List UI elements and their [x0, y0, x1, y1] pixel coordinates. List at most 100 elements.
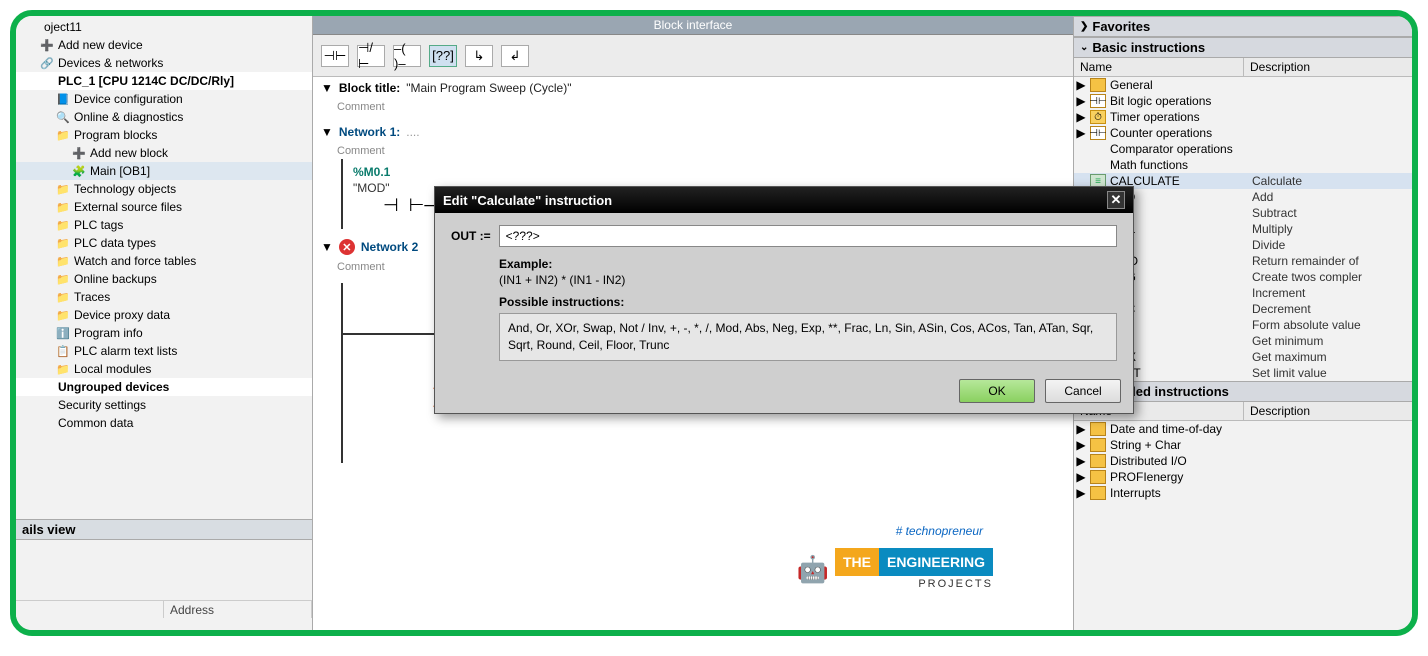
instruction-item[interactable]: ▶ PROFIenergy [1074, 469, 1412, 485]
ok-button[interactable]: OK [959, 379, 1035, 403]
tree-item-label: Device configuration [74, 92, 183, 106]
tool-branch-close[interactable]: ↲ [501, 45, 529, 67]
tree-item-icon: ➕ [40, 38, 54, 52]
extended-instructions-list[interactable]: ▶ Date and time-of-day▶String + Char▶Dist… [1074, 421, 1412, 501]
tree-item[interactable]: Security settings [16, 396, 312, 414]
tree-item[interactable]: 📁External source files [16, 198, 312, 216]
instruction-item[interactable]: Math functions [1074, 157, 1412, 173]
details-col-address: Address [164, 601, 312, 618]
watermark-the: THE [835, 548, 879, 576]
chevron-right-icon[interactable]: ❯ [1080, 21, 1088, 32]
project-tree-panel: oject11 ➕ Add new device 🔗Devices & network… [16, 16, 313, 630]
out-expression-input[interactable] [499, 225, 1117, 247]
instruction-item[interactable]: ▶ Date and time-of-day [1074, 421, 1412, 437]
instruction-name: Interrupts [1110, 486, 1248, 500]
collapse-block-icon[interactable]: ▼ [321, 81, 333, 95]
block-interface-header[interactable]: Block interface [313, 16, 1073, 35]
tree-item-label: oject11 [44, 20, 82, 34]
tree-item[interactable]: ➕ Add new device [16, 36, 312, 54]
network-1-comment[interactable]: Comment [313, 143, 1073, 159]
app-frame: oject11 ➕ Add new device 🔗Devices & network… [10, 10, 1418, 636]
tool-branch[interactable]: ↳ [465, 45, 493, 67]
col-name[interactable]: Name [1074, 58, 1244, 76]
tree-item[interactable]: 📁PLC tags [16, 216, 312, 234]
expand-icon[interactable]: ▶ [1076, 470, 1086, 484]
tree-item[interactable]: 📁Online backups [16, 270, 312, 288]
tree-item[interactable]: Common data [16, 414, 312, 432]
instruction-item[interactable]: Comparator operations [1074, 141, 1412, 157]
tree-item[interactable]: 📁 Technology objects [16, 180, 312, 198]
watermark-projects: PROJECTS [835, 578, 993, 590]
instruction-name: Timer operations [1110, 110, 1248, 124]
expand-icon[interactable]: ▶ [1076, 126, 1086, 140]
tree-item[interactable]: 🔗Devices & networks [16, 54, 312, 72]
tree-item[interactable]: 🧩Main [OB1] [16, 162, 312, 180]
basic-columns: Name Description [1074, 58, 1412, 77]
tool-nc-contact[interactable]: ⊣/⊢ [357, 45, 385, 67]
tool-box[interactable]: [??] [429, 45, 457, 67]
instruction-name: Comparator operations [1110, 142, 1248, 156]
block-title-label: Block title: [339, 81, 400, 95]
instruction-desc: Divide [1252, 238, 1410, 252]
tree-item[interactable]: oject11 [16, 18, 312, 36]
tree-item[interactable]: 📁Traces [16, 288, 312, 306]
tree-item-icon [40, 416, 54, 430]
tool-coil[interactable]: –( )– [393, 45, 421, 67]
tree-item[interactable]: 📘Device configuration [16, 90, 312, 108]
instruction-name: Date and time-of-day [1110, 422, 1248, 436]
dialog-title: Edit "Calculate" instruction [443, 193, 612, 208]
basic-instructions-header[interactable]: ⌄ Basic instructions [1074, 37, 1412, 58]
collapse-network-2-icon[interactable]: ▼ [321, 240, 333, 254]
tree-item-label: Traces [74, 290, 110, 304]
expand-icon[interactable]: ▶ [1076, 486, 1086, 500]
tree-item[interactable]: 📁Watch and force tables [16, 252, 312, 270]
close-icon[interactable]: ✕ [1107, 191, 1125, 209]
tree-item[interactable]: Ungrouped devices [16, 378, 312, 396]
tree-item-icon: 📁 [56, 236, 70, 250]
tree-item[interactable]: PLC_1 [CPU 1214C DC/DC/Rly] [16, 72, 312, 90]
contact-address[interactable]: %M0.1 [353, 165, 390, 179]
chevron-down-icon[interactable]: ⌄ [1080, 42, 1088, 53]
collapse-network-1-icon[interactable]: ▼ [321, 125, 333, 139]
expand-icon[interactable]: ▶ [1076, 78, 1086, 92]
instruction-item[interactable]: ▶⏱Timer operations [1074, 109, 1412, 125]
instruction-item[interactable]: ▶⊣⊢Bit logic operations [1074, 93, 1412, 109]
expand-icon[interactable]: ▶ [1076, 454, 1086, 468]
expand-icon[interactable]: ▶ [1076, 422, 1086, 436]
instruction-name: PROFIenergy [1110, 470, 1248, 484]
instruction-item[interactable]: ▶General [1074, 77, 1412, 93]
block-comment[interactable]: Comment [313, 99, 1073, 115]
contact-tag[interactable]: "MOD" [353, 181, 390, 195]
network-1-header[interactable]: ▼ Network 1: .... [313, 121, 1073, 143]
project-tree[interactable]: oject11 ➕ Add new device 🔗Devices & network… [16, 16, 312, 519]
favorites-header[interactable]: ❯ Favorites [1074, 16, 1412, 37]
tree-item[interactable]: 📋PLC alarm text lists [16, 342, 312, 360]
cancel-button[interactable]: Cancel [1045, 379, 1121, 403]
instruction-desc: Return remainder of [1252, 254, 1410, 268]
tree-item[interactable]: 📁Program blocks [16, 126, 312, 144]
tree-item[interactable]: 📁Device proxy data [16, 306, 312, 324]
tree-item-label: Technology objects [74, 182, 176, 196]
tool-no-contact[interactable]: ⊣⊢ [321, 45, 349, 67]
tree-item-label: Devices & networks [58, 56, 163, 70]
tree-item-icon [40, 398, 54, 412]
instruction-item[interactable]: ▶String + Char [1074, 437, 1412, 453]
tree-item[interactable]: 📁PLC data types [16, 234, 312, 252]
tree-item-label: Program blocks [74, 128, 157, 142]
tree-item[interactable]: ℹ️Program info [16, 324, 312, 342]
instruction-desc: Decrement [1252, 302, 1410, 316]
col-desc[interactable]: Description [1244, 58, 1412, 76]
tree-item-label: Add new device [58, 38, 143, 52]
expand-icon[interactable]: ▶ [1076, 94, 1086, 108]
expand-icon[interactable]: ▶ [1076, 110, 1086, 124]
col-desc-ext[interactable]: Description [1244, 402, 1412, 420]
expand-icon[interactable]: ▶ [1076, 438, 1086, 452]
tree-item-icon: 📁 [56, 182, 70, 196]
instruction-item[interactable]: ▶ Interrupts [1074, 485, 1412, 501]
tree-item[interactable]: 📁Local modules [16, 360, 312, 378]
instruction-item[interactable]: ▶⊣⊢Counter operations [1074, 125, 1412, 141]
instruction-item[interactable]: ▶Distributed I/O [1074, 453, 1412, 469]
tree-item[interactable]: 🔍Online & diagnostics [16, 108, 312, 126]
tree-item[interactable]: ➕Add new block [16, 144, 312, 162]
tree-item-icon: ℹ️ [56, 326, 70, 340]
